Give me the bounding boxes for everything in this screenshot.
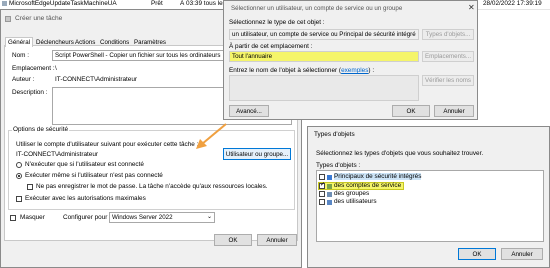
item-checkbox[interactable]: ✓ [319, 182, 326, 189]
location-label: Emplacement : [12, 65, 55, 72]
locations-button[interactable]: Emplacements... [422, 51, 474, 62]
radio-logged-on[interactable] [16, 162, 22, 168]
item-label: des utilisateurs [334, 198, 377, 205]
tab-actions[interactable]: Actions [73, 38, 97, 47]
group-icon [327, 192, 332, 197]
item-checkbox[interactable] [319, 199, 325, 205]
object-types-button[interactable]: Types d'objets... [422, 29, 474, 40]
author-value: IT-CONNECT\Administrateur [55, 76, 138, 83]
configure-select[interactable]: Windows Server 2022 ⌄ [109, 212, 215, 223]
location-label: À partir de cet emplacement : [229, 43, 313, 50]
dialog-title: Créer une tâche [15, 15, 63, 22]
object-name-textarea[interactable] [229, 75, 419, 101]
configure-select-value: Windows Server 2022 [112, 214, 173, 221]
task-icon [5, 16, 11, 22]
user-group-button[interactable]: Utilisateur ou groupe... [223, 148, 291, 160]
arrow-annotation [196, 123, 227, 149]
select-ok-button[interactable]: OK [392, 105, 430, 117]
location-value: \ [55, 65, 57, 72]
tab-conditions[interactable]: Conditions [98, 38, 131, 47]
examples-link[interactable]: exemples [341, 67, 368, 74]
type-label: Sélectionnez le type de cet objet : [229, 19, 325, 26]
security-user-value: IT-CONNECT\Administrateur [16, 151, 99, 158]
chevron-down-icon: ⌄ [206, 214, 212, 220]
enter-name-suffix: ) : [368, 67, 375, 74]
select-cancel-button[interactable]: Annuler [434, 105, 474, 117]
security-principal-icon [327, 175, 332, 180]
task-row-datetime: 28/02/2022 17:39:19 [483, 0, 542, 7]
check-names-button[interactable]: Vérifier les noms [422, 75, 474, 86]
author-label: Auteur : [12, 76, 35, 83]
radio-logged-on-label: N'exécuter que si l'utilisateur est conn… [25, 161, 144, 168]
list-item[interactable]: des groupes [318, 190, 404, 198]
advanced-button[interactable]: Avancé... [229, 105, 269, 117]
object-types-list: Principaux de sécurité intégrés ✓ des co… [316, 170, 544, 242]
object-types-instructions: Sélectionnez les types d'objets que vous… [316, 150, 484, 157]
object-types-dialog: Types d'objets Sélectionnez les types d'… [307, 126, 550, 268]
close-icon[interactable]: ✕ [468, 3, 475, 12]
configure-label: Configurer pour : [63, 214, 111, 221]
object-types-list-label: Types d'objets : [316, 162, 361, 169]
task-row-status: Prêt [151, 0, 163, 7]
service-account-icon [327, 184, 332, 189]
ok-button[interactable]: OK [214, 234, 252, 246]
hidden-checkbox[interactable] [10, 215, 16, 221]
item-label: des comptes de service [334, 182, 402, 189]
type-field: un utilisateur, un compte de service ou … [229, 29, 419, 40]
name-label: Nom : [12, 52, 30, 59]
hidden-label: Masquer [20, 214, 45, 221]
enter-name-label: Entrez le nom de l'objet à sélectionner … [229, 67, 374, 74]
tab-general[interactable]: Général [5, 37, 34, 47]
description-label: Description : [12, 89, 48, 96]
list-item[interactable]: ✓ des comptes de service [318, 182, 404, 190]
tab-triggers[interactable]: Déclencheurs [34, 38, 76, 47]
location-field: Tout l'annuaire [229, 51, 419, 62]
security-user-prompt: Utiliser le compte d'utilisateur suivant… [16, 141, 199, 148]
list-item[interactable]: des utilisateurs [318, 198, 404, 206]
object-types-ok-button[interactable]: OK [458, 248, 496, 260]
task-row-icon [2, 1, 7, 6]
item-checkbox[interactable] [319, 191, 325, 197]
user-icon [327, 200, 332, 205]
no-password-checkbox[interactable] [27, 184, 33, 190]
enter-name-prefix: Entrez le nom de l'objet à sélectionner … [229, 67, 342, 74]
checkmark-icon: ✓ [320, 182, 326, 188]
item-label: des groupes [334, 190, 370, 197]
cancel-button[interactable]: Annuler [257, 234, 297, 246]
security-title: Options de sécurité [12, 126, 70, 133]
radio-run-any-label: Exécuter même si l'utilisateur n'est pas… [25, 172, 163, 179]
item-checkbox[interactable] [319, 174, 325, 180]
select-dialog-title: Sélectionner un utilisateur, un compte d… [231, 5, 403, 12]
item-label: Principaux de sécurité intégrés [334, 173, 422, 180]
highest-privileges-checkbox[interactable] [16, 196, 22, 202]
no-password-label: Ne pas enregistrer le mot de passe. La t… [36, 183, 268, 190]
tab-settings[interactable]: Paramètres [132, 38, 168, 47]
list-item[interactable]: Principaux de sécurité intégrés [318, 173, 422, 181]
highest-privileges-label: Exécuter avec les autorisations maximale… [25, 195, 146, 202]
task-row-name: MicrosoftEdgeUpdateTaskMachineUA [9, 0, 117, 7]
radio-run-any[interactable] [16, 173, 22, 179]
object-types-cancel-button[interactable]: Annuler [501, 248, 543, 260]
select-user-dialog: Sélectionner un utilisateur, un compte d… [223, 0, 478, 120]
object-types-title: Types d'objets [314, 131, 355, 138]
